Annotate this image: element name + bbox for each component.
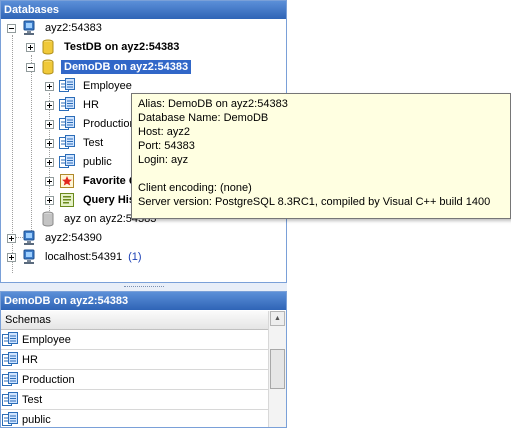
grid-cell: Employee bbox=[22, 333, 71, 346]
schema-icon bbox=[2, 372, 18, 388]
tooltip-port: Port: 54383 bbox=[138, 140, 195, 152]
schema-icon bbox=[59, 154, 75, 170]
schema-icon bbox=[2, 412, 18, 428]
query-history-icon bbox=[59, 192, 75, 208]
schema-icon bbox=[2, 392, 18, 408]
tree-node-server-localhost-54391[interactable]: localhost:54391 (1) bbox=[7, 248, 142, 266]
expand-icon[interactable] bbox=[45, 119, 54, 129]
database-info-tooltip: Alias: DemoDB on ayz2:54383 Database Nam… bbox=[131, 93, 511, 219]
schema-icon bbox=[59, 116, 75, 132]
expand-icon[interactable] bbox=[45, 100, 54, 110]
schema-icon bbox=[2, 352, 18, 368]
tree-node-schema-public[interactable]: public bbox=[45, 153, 115, 171]
tree-node-schema-hr[interactable]: HR bbox=[45, 96, 102, 114]
databases-panel-title: Databases bbox=[1, 1, 286, 19]
server-icon bbox=[21, 20, 37, 36]
schema-icon bbox=[59, 97, 75, 113]
tree-node-db-demodb[interactable]: DemoDB on ayz2:54383 bbox=[26, 58, 192, 76]
favorite-star-icon bbox=[59, 173, 75, 189]
schema-icon bbox=[59, 78, 75, 94]
tooltip-client-encoding: Client encoding: (none) bbox=[138, 182, 252, 194]
tooltip-server-version: Server version: PostgreSQL 8.3RC1, compi… bbox=[138, 196, 491, 208]
grid-row[interactable]: HR bbox=[1, 350, 269, 370]
panel-splitter[interactable] bbox=[0, 283, 287, 291]
column-header-schemas[interactable]: Schemas bbox=[1, 311, 269, 330]
tree-node-server-ayz2-54390[interactable]: ayz2:54390 bbox=[7, 229, 105, 247]
server-icon bbox=[21, 249, 37, 265]
database-disconnected-icon bbox=[40, 211, 56, 227]
grid-row[interactable]: public bbox=[1, 410, 269, 428]
schemas-grid: Schemas Employee HR Production Test publ… bbox=[1, 311, 269, 428]
tree-node-db-testdb[interactable]: TestDB on ayz2:54383 bbox=[26, 38, 182, 56]
expand-icon[interactable] bbox=[45, 195, 54, 205]
schema-icon bbox=[59, 135, 75, 151]
collapse-icon[interactable] bbox=[7, 23, 16, 33]
tree-node-schema-employee[interactable]: Employee bbox=[45, 77, 135, 95]
expand-icon[interactable] bbox=[45, 81, 54, 91]
database-icon bbox=[40, 59, 56, 75]
grid-cell: Production bbox=[22, 373, 75, 386]
tree-node-schema-production[interactable]: Production bbox=[45, 115, 139, 133]
grid-cell: public bbox=[22, 413, 51, 426]
tree-node-server-ayz2-54383[interactable]: ayz2:54383 bbox=[7, 19, 105, 37]
database-icon bbox=[40, 39, 56, 55]
tooltip-login: Login: ayz bbox=[138, 154, 189, 166]
scrollbar-thumb[interactable] bbox=[270, 349, 285, 389]
schema-icon bbox=[2, 332, 18, 348]
grid-row[interactable]: Employee bbox=[1, 330, 269, 350]
tooltip-host: Host: ayz2 bbox=[138, 126, 190, 138]
expand-icon[interactable] bbox=[45, 157, 54, 167]
grid-cell: HR bbox=[22, 353, 38, 366]
scroll-up-icon[interactable]: ▲ bbox=[270, 311, 285, 326]
tree-node-schema-test[interactable]: Test bbox=[45, 134, 106, 152]
grid-cell: Test bbox=[22, 393, 43, 406]
vertical-scrollbar[interactable]: ▲ bbox=[268, 311, 286, 427]
grid-row[interactable]: Test bbox=[1, 390, 269, 410]
expand-icon[interactable] bbox=[26, 42, 35, 52]
connection-count: (1) bbox=[128, 251, 142, 263]
db-details-title: DemoDB on ayz2:54383 bbox=[1, 292, 286, 310]
server-icon bbox=[21, 230, 37, 246]
tooltip-spacer bbox=[138, 167, 504, 181]
collapse-icon[interactable] bbox=[26, 62, 35, 72]
expand-icon[interactable] bbox=[7, 252, 16, 262]
grid-row[interactable]: Production bbox=[1, 370, 269, 390]
expand-icon[interactable] bbox=[45, 176, 54, 186]
expand-icon[interactable] bbox=[7, 233, 16, 243]
db-details-panel: DemoDB on ayz2:54383 Schemas Employee HR… bbox=[0, 291, 287, 428]
tooltip-database-name: Database Name: DemoDB bbox=[138, 112, 269, 124]
tooltip-alias: Alias: DemoDB on ayz2:54383 bbox=[138, 98, 288, 110]
expand-icon[interactable] bbox=[45, 138, 54, 148]
